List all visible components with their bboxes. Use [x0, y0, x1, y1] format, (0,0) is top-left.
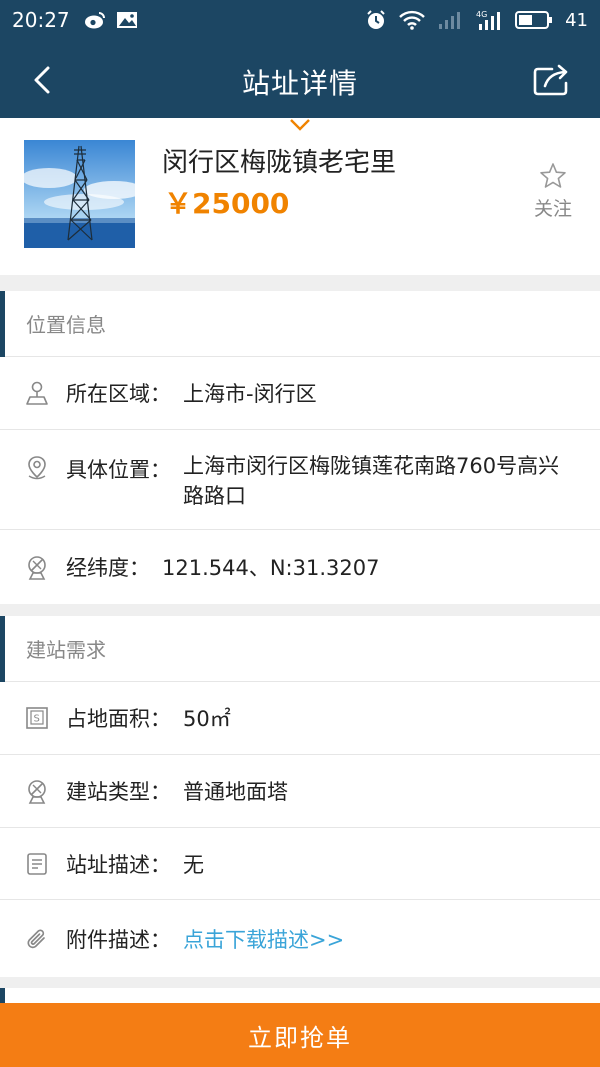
battery-icon	[515, 10, 553, 30]
svg-text:S: S	[34, 714, 40, 725]
address-value: 上海市闵行区梅陇镇莲花南路760号高兴路路口	[183, 454, 560, 508]
page-title: 站址详情	[241, 67, 358, 100]
chevron-down-icon[interactable]	[289, 118, 311, 132]
requirements-section: 建站需求 S 占地面积： 50㎡ 建站类型： 普通地面塔 站址描述： 无 附件描…	[0, 616, 600, 977]
location-pin-icon	[24, 454, 50, 480]
follow-label: 关注	[533, 198, 572, 220]
alarm-icon	[365, 9, 387, 31]
share-button[interactable]	[530, 60, 574, 100]
share-icon	[533, 64, 568, 96]
address-row: 具体位置： 上海市闵行区梅陇镇莲花南路760号高兴路路口	[0, 430, 600, 530]
site-price: ￥25000	[164, 187, 290, 220]
station-type-value: 普通地面塔	[183, 780, 288, 804]
site-name: 闵行区梅陇镇老宅里	[162, 148, 397, 178]
next-section-peek	[0, 988, 600, 1003]
site-description-row: 站址描述： 无	[0, 828, 600, 900]
area-value: 50㎡	[183, 707, 231, 731]
site-summary-card: 闵行区梅陇镇老宅里 ￥25000 关注	[0, 118, 600, 275]
follow-button[interactable]: 关注	[522, 162, 584, 221]
site-description-value: 无	[183, 852, 204, 877]
region-row: 所在区域： 上海市-闵行区	[0, 357, 600, 430]
area-row: S 占地面积： 50㎡	[0, 682, 600, 755]
station-type-row: 建站类型： 普通地面塔	[0, 755, 600, 828]
satellite-dish-icon	[24, 778, 50, 804]
star-icon	[540, 163, 566, 188]
battery-level: 41	[565, 9, 588, 31]
4g-signal-icon: 4G	[475, 9, 503, 31]
grab-order-button[interactable]: 立即抢单	[0, 1003, 600, 1067]
signal-icon	[437, 10, 463, 30]
svg-text:4G: 4G	[476, 10, 487, 19]
site-thumbnail[interactable]	[24, 140, 135, 248]
location-section: 位置信息 所在区域： 上海市-闵行区 具体位置： 上海市闵行区梅陇镇莲花南路76…	[0, 291, 600, 604]
weibo-icon	[84, 10, 106, 30]
coordinates-value: 121.544、N:31.3207	[162, 556, 380, 580]
region-value: 上海市-闵行区	[183, 382, 317, 406]
nav-bar: 站址详情	[0, 40, 600, 118]
wifi-icon	[399, 10, 425, 30]
location-section-header: 位置信息	[0, 291, 600, 357]
area-icon: S	[24, 705, 50, 731]
status-time: 20:27	[12, 8, 70, 32]
map-pin-stand-icon	[24, 380, 50, 406]
coordinates-row: 经纬度： 121.544、N:31.3207	[0, 530, 600, 604]
status-bar: 20:27 4G 41	[0, 0, 600, 40]
requirements-section-header: 建站需求	[0, 616, 600, 682]
satellite-dish-icon	[24, 554, 50, 580]
paperclip-icon	[24, 926, 50, 952]
attachment-row: 附件描述： 点击下载描述>>	[0, 900, 600, 977]
document-icon	[24, 851, 50, 877]
image-icon	[116, 11, 138, 29]
download-description-link[interactable]: 点击下载描述>>	[183, 924, 344, 954]
